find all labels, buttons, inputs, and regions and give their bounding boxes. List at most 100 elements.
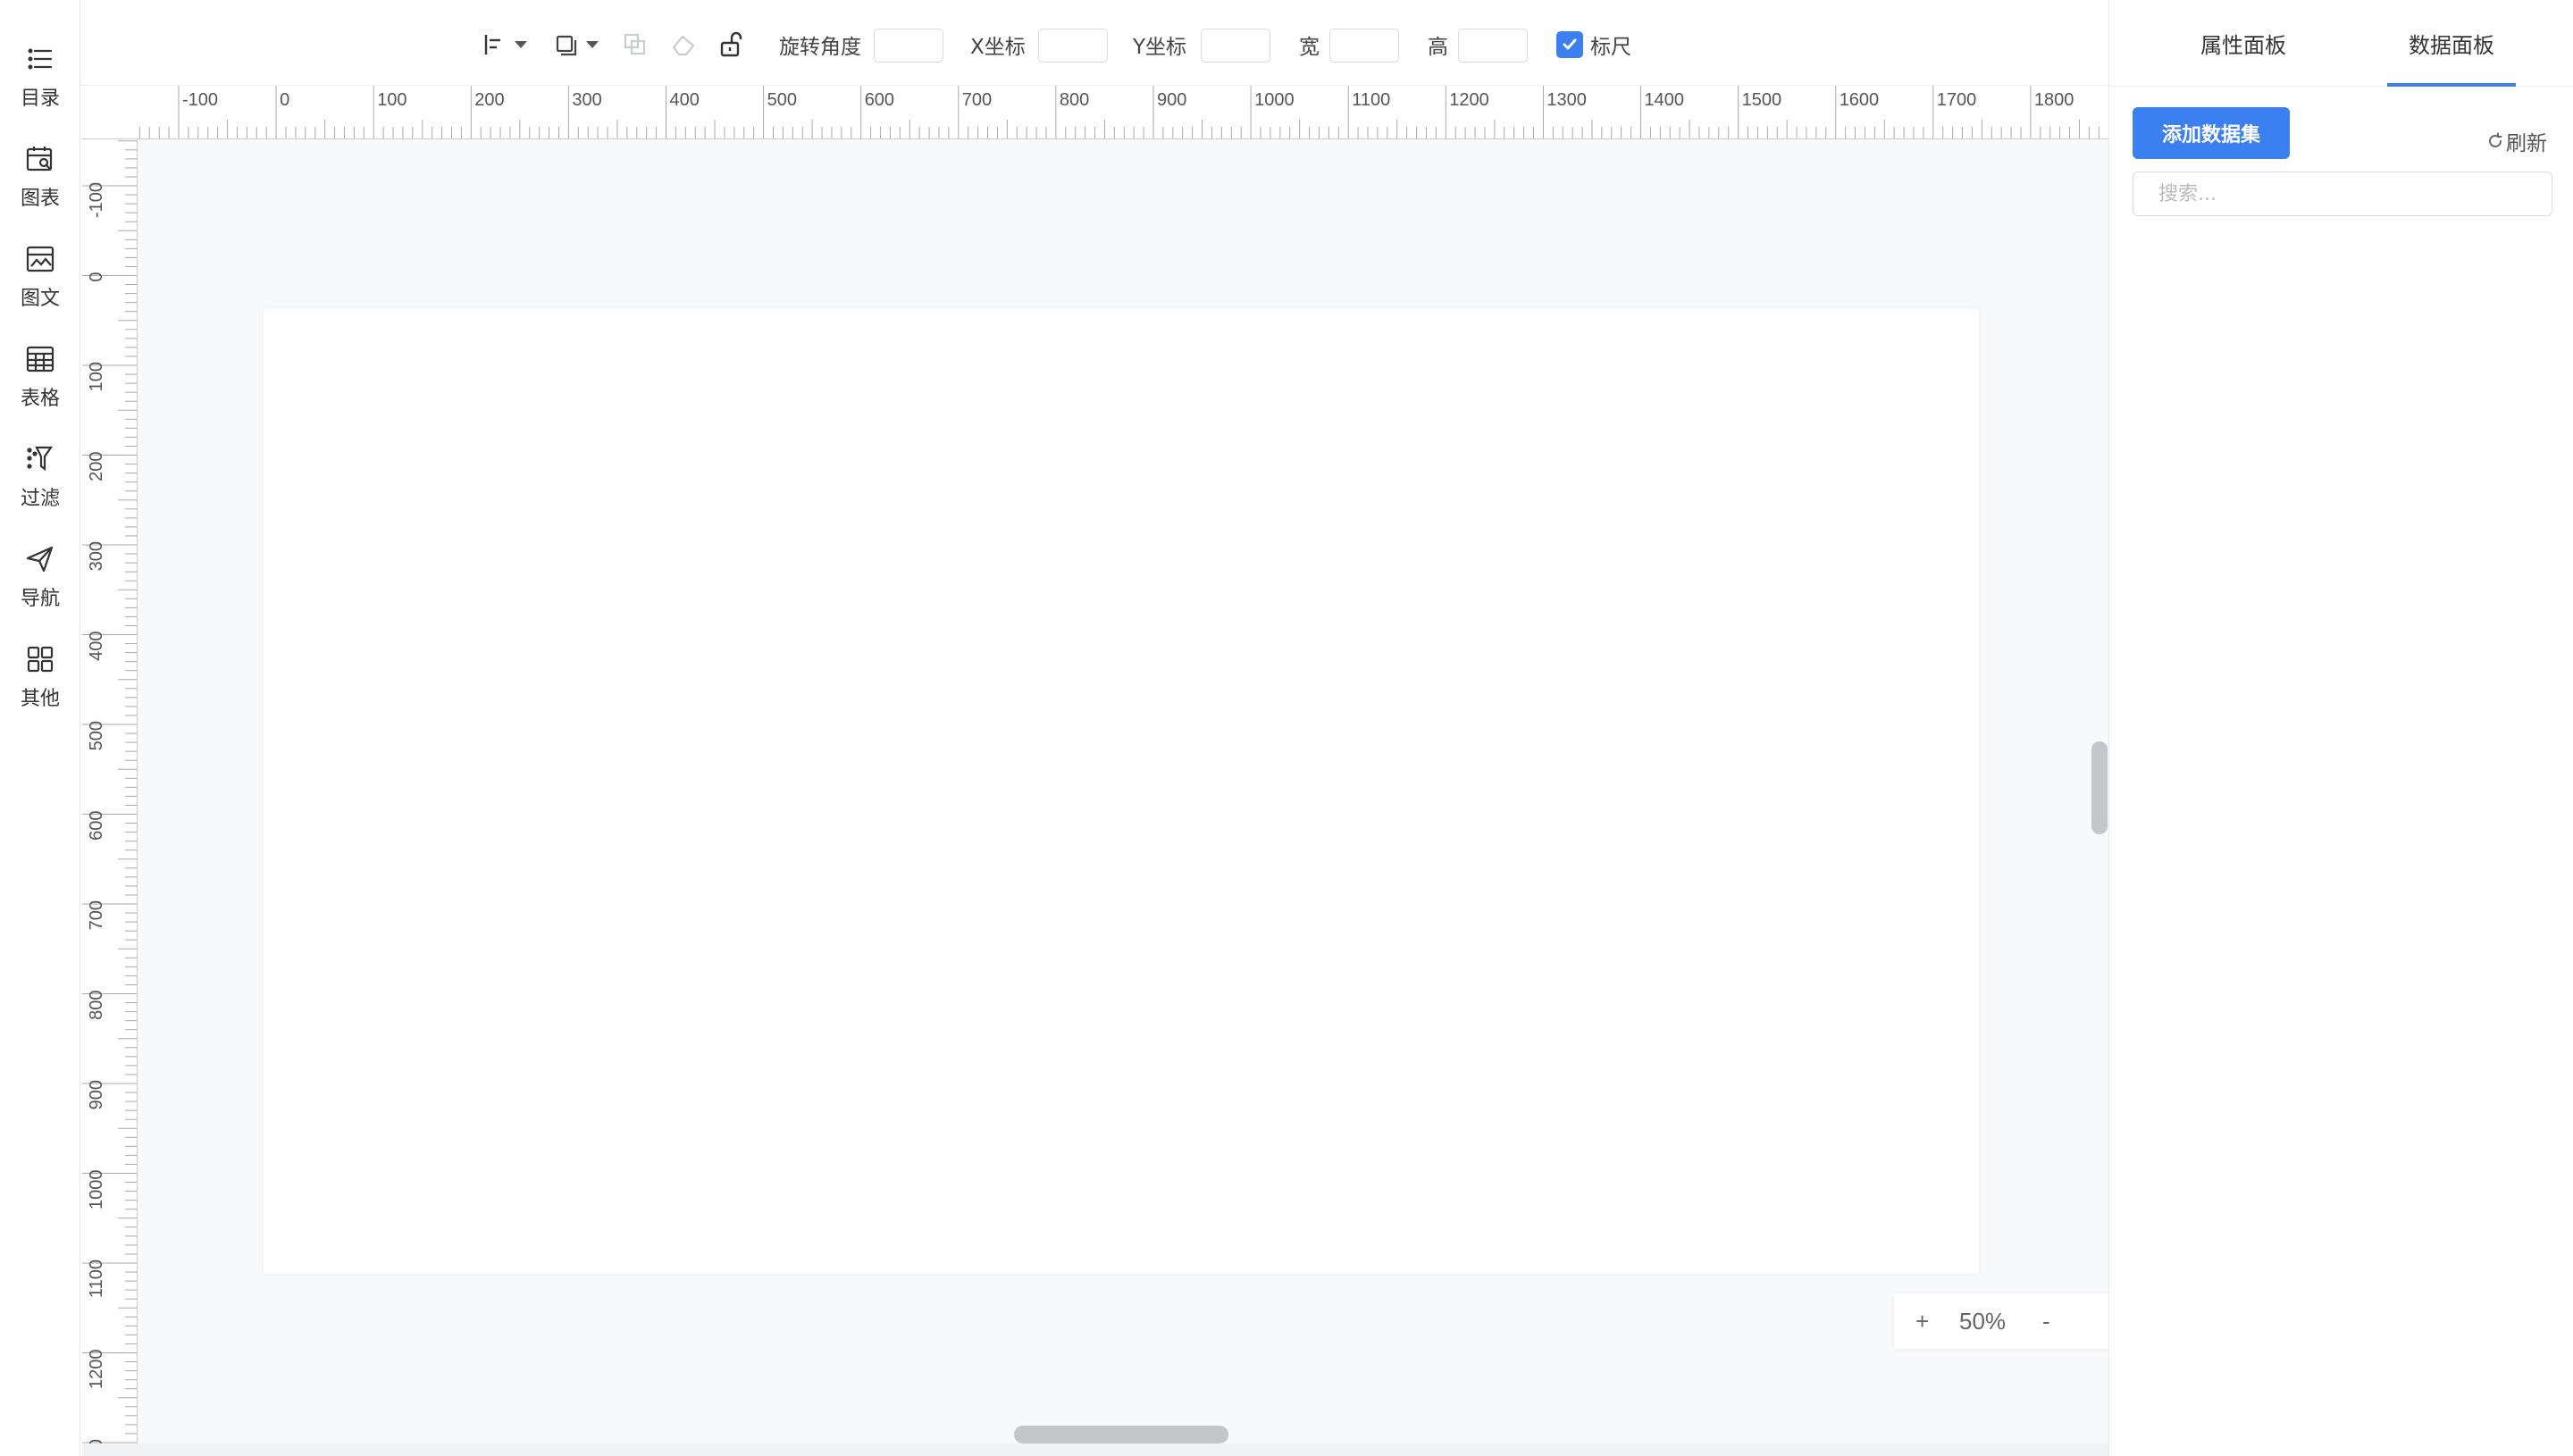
- refresh-button[interactable]: 刷新: [2486, 125, 2547, 157]
- active-tab-indicator: [2387, 83, 2516, 87]
- ruler-tick-label: 1200: [1449, 90, 1489, 110]
- zoom-out-button[interactable]: -: [2042, 1308, 2050, 1335]
- grid-icon: [27, 646, 54, 673]
- ruler-tick-label: 300: [87, 541, 106, 571]
- vertical-scrollbar[interactable]: [2091, 741, 2108, 834]
- ruler-tick-label: 500: [87, 721, 106, 750]
- sidebar-item-table[interactable]: 表格: [0, 343, 80, 432]
- align-left-icon: [484, 35, 500, 54]
- left-sidebar: 目录 图表 图文 表格 过滤 导航 其他: [0, 0, 80, 1456]
- vertical-ruler[interactable]: -100 0 100 200 300 400 500 600 700 800 900 1000 1100…: [82, 139, 138, 1456]
- rotation-input[interactable]: [874, 29, 943, 63]
- check-icon: [1563, 38, 1577, 50]
- image-text-icon: [26, 246, 54, 272]
- toolbar: 旋转角度 X坐标 Y坐标 宽 高 标尺: [80, 0, 2108, 86]
- width-label: 宽: [1299, 36, 1320, 59]
- ruler-tick-label: 1800: [2034, 90, 2074, 110]
- align-button[interactable]: [479, 27, 527, 63]
- ruler-tick-label: 1300: [1546, 90, 1587, 110]
- chart-calendar-icon: [26, 146, 53, 172]
- sidebar-item-label: 其他: [20, 688, 60, 710]
- refresh-icon: [2489, 132, 2502, 147]
- group-icon: [624, 33, 646, 55]
- chevron-down-icon: [515, 41, 527, 48]
- sidebar-item-image-text[interactable]: 图文: [0, 243, 80, 332]
- table-icon: [26, 346, 54, 372]
- list-icon: [28, 48, 53, 70]
- ruler-tick-label: 0: [280, 90, 289, 110]
- layer-icon: [556, 35, 577, 56]
- height-input[interactable]: [1458, 29, 1528, 63]
- height-label: 高: [1428, 36, 1448, 59]
- zoom-level: 50%: [1959, 1307, 2007, 1335]
- add-dataset-button[interactable]: 添加数据集: [2133, 107, 2290, 159]
- ruler-tick-label: 200: [87, 452, 106, 481]
- search-input[interactable]: [2133, 172, 2552, 216]
- y-coordinate-label: Y坐标: [1133, 36, 1187, 59]
- ruler-tick-label: 1700: [1937, 90, 1977, 110]
- filter-icon: [27, 446, 54, 472]
- sidebar-item-label: 图表: [20, 188, 60, 210]
- ruler-tick-label: -100: [182, 90, 218, 110]
- chevron-down-icon: [586, 41, 599, 48]
- ruler-tick-label: 900: [1157, 90, 1186, 110]
- horizontal-ruler[interactable]: -100 0 100 200 300 400 500 600 700 800 900 1000 1100…: [82, 86, 2108, 139]
- width-input[interactable]: [1329, 29, 1399, 63]
- ruler-label: 标尺: [1590, 36, 1631, 59]
- ruler-tick-label: 900: [87, 1080, 106, 1109]
- sidebar-item-label: 图文: [20, 288, 60, 310]
- ruler-tick-label: 600: [865, 90, 894, 110]
- rotation-label: 旋转角度: [779, 36, 861, 59]
- ruler-tick-label: 1500: [1742, 90, 1782, 110]
- x-coordinate-label: X坐标: [970, 36, 1026, 59]
- ruler-tick-label: 1100: [87, 1259, 106, 1298]
- eraser-icon: [672, 35, 695, 56]
- ruler-toggle[interactable]: 标尺: [1556, 27, 1631, 63]
- ruler-tick-label: -100: [87, 182, 106, 218]
- x-coordinate-input[interactable]: [1038, 29, 1108, 63]
- y-coordinate-input[interactable]: [1201, 29, 1270, 63]
- horizontal-scroll-track: [82, 1443, 2108, 1456]
- ruler-tick-label: 800: [1060, 90, 1089, 110]
- navigation-icon: [26, 546, 54, 573]
- zoom-in-button[interactable]: +: [1915, 1308, 1929, 1335]
- ruler-tick-label: 0: [87, 272, 106, 282]
- tab-properties[interactable]: 属性面板: [2159, 0, 2327, 86]
- sidebar-item-other[interactable]: 其他: [0, 643, 80, 732]
- sidebar-item-filter[interactable]: 过滤: [0, 443, 80, 532]
- ruler-tick-label: 400: [670, 90, 700, 110]
- sidebar-item-label: 导航: [20, 588, 60, 610]
- ruler-tick-label: 200: [474, 90, 504, 110]
- ruler-checkbox[interactable]: [1556, 31, 1583, 58]
- tab-data[interactable]: 数据面板: [2377, 0, 2526, 86]
- ruler-tick-label: 1000: [87, 1170, 106, 1210]
- ruler-tick-label: 1400: [1645, 90, 1685, 110]
- sidebar-item-label: 目录: [20, 88, 60, 110]
- horizontal-scrollbar[interactable]: [1014, 1426, 1228, 1443]
- ruler-tick-label: 600: [87, 811, 106, 841]
- ruler-tick-label: 1200: [87, 1350, 106, 1390]
- lock-button[interactable]: [717, 27, 747, 63]
- ruler-tick-label: 700: [962, 90, 992, 110]
- unlock-icon: [720, 31, 742, 57]
- ruler-tick-label: 1100: [1352, 90, 1390, 110]
- right-panel: 属性面板 数据面板 添加数据集 刷新: [2108, 0, 2573, 1456]
- ruler-tick-label: 300: [572, 90, 601, 110]
- sidebar-item-chart[interactable]: 图表: [0, 143, 80, 232]
- ruler-tick-label: 400: [87, 632, 106, 661]
- group-button[interactable]: [620, 27, 650, 63]
- ungroup-button[interactable]: [668, 27, 699, 63]
- canvas-area[interactable]: [138, 139, 2108, 1445]
- sidebar-item-navigation[interactable]: 导航: [0, 543, 80, 632]
- layer-button[interactable]: [550, 27, 599, 63]
- sidebar-item-label: 过滤: [20, 488, 60, 510]
- refresh-label: 刷新: [2506, 132, 2547, 155]
- artboard[interactable]: [264, 309, 1979, 1274]
- sidebar-item-catalog[interactable]: 目录: [0, 43, 80, 132]
- sidebar-item-label: 表格: [20, 388, 60, 410]
- ruler-tick-label: 100: [87, 362, 106, 391]
- ruler-tick-label: 700: [87, 900, 106, 930]
- ruler-tick-label: 1600: [1840, 90, 1880, 110]
- ruler-tick-label: 1000: [1254, 90, 1295, 110]
- ruler-tick-label: 500: [767, 90, 797, 110]
